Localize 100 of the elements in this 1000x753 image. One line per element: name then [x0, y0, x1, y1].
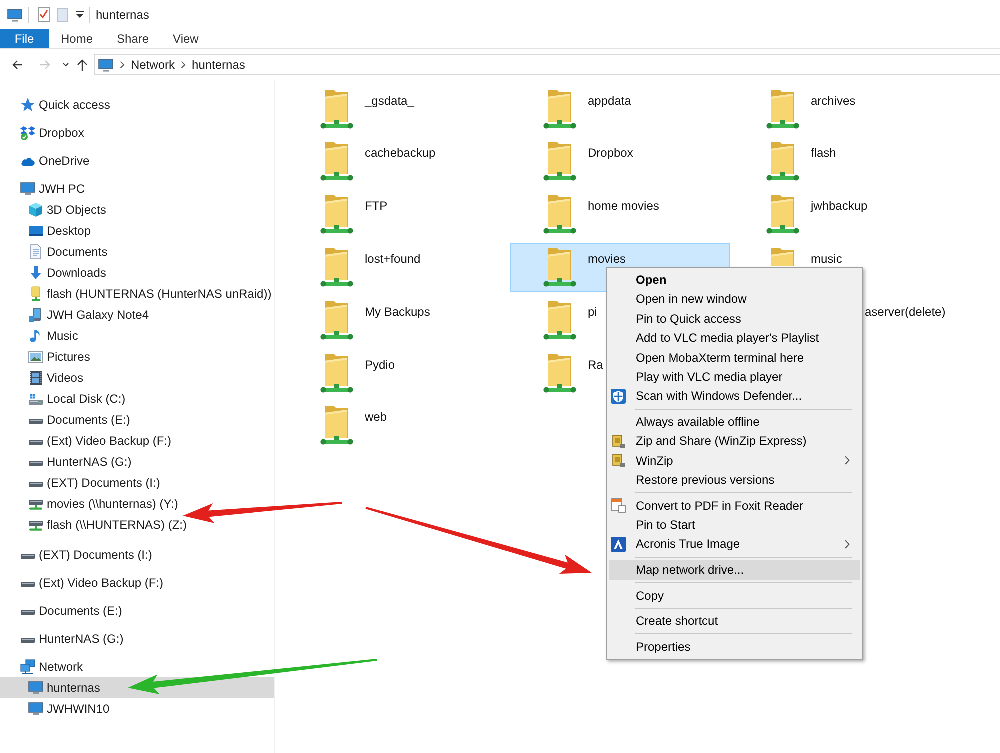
sidebar-item[interactable]: JWHWIN10	[0, 698, 274, 719]
sidebar-item[interactable]: (Ext) Video Backup (F:)	[0, 430, 274, 451]
sidebar-item[interactable]: 3D Objects	[0, 199, 274, 220]
up-arrow-icon[interactable]	[77, 58, 88, 70]
back-arrow-icon[interactable]	[12, 60, 23, 70]
ribbon-tab[interactable]: File	[0, 29, 49, 48]
ribbon-tab[interactable]: Home	[49, 29, 106, 48]
shared-folder-icon[interactable]	[543, 88, 577, 130]
sidebar-item[interactable]: Documents	[0, 241, 274, 262]
shared-folder-icon[interactable]	[766, 194, 800, 236]
ribbon-tab[interactable]: Share	[105, 29, 162, 48]
folder-name[interactable]: Pydio	[365, 350, 398, 372]
menu-item[interactable]: Acronis True Image	[609, 534, 860, 554]
folder-name[interactable]: web	[365, 402, 390, 424]
shared-folder-icon[interactable]	[320, 88, 354, 130]
sidebar-item[interactable]: Desktop	[0, 220, 274, 241]
menu-item[interactable]: Scan with Windows Defender...	[609, 386, 860, 406]
menu-item[interactable]: WinZip	[609, 451, 860, 470]
menu-item[interactable]: Restore previous versions	[609, 470, 860, 490]
menu-item[interactable]: Zip and Share (WinZip Express)	[609, 432, 860, 451]
shared-folder-icon[interactable]	[320, 246, 354, 288]
folder-name[interactable]: archives	[811, 86, 858, 108]
breadcrumb-item[interactable]: Network	[131, 56, 176, 74]
menu-item[interactable]: Properties	[609, 637, 860, 656]
breadcrumb-item[interactable]: hunternas	[192, 56, 246, 74]
monitor-icon[interactable]	[7, 8, 23, 22]
folder-name[interactable]: flash	[811, 138, 838, 160]
sidebar-item[interactable]: movies (\\hunternas) (Y:)	[0, 493, 274, 514]
sidebar-item[interactable]: (EXT) Documents (I:)	[0, 472, 274, 493]
sidebar-item[interactable]: Pictures	[0, 346, 274, 367]
menu-item[interactable]: Create shortcut	[609, 611, 860, 631]
menu-item[interactable]: Pin to Quick access	[609, 309, 860, 328]
folder-name[interactable]: My Backups	[365, 296, 432, 319]
menu-item[interactable]: Copy	[609, 586, 860, 606]
folder-name[interactable]: appdata	[588, 86, 634, 108]
sidebar-item[interactable]: Downloads	[0, 262, 274, 283]
sidebar-item[interactable]: flash (HUNTERNAS (HunterNAS unRaid))	[0, 283, 274, 304]
shared-folder-icon[interactable]	[543, 246, 577, 288]
folder-name[interactable]: pi	[588, 296, 600, 319]
sidebar-item[interactable]: (EXT) Documents (I:)	[0, 544, 274, 565]
ribbon-tab[interactable]: View	[161, 29, 211, 48]
menu-item[interactable]: Open	[609, 270, 860, 290]
sidebar-item[interactable]: Documents (E:)	[0, 409, 274, 430]
menu-item[interactable]: Open in new window	[609, 290, 860, 310]
window-title: hunternas	[96, 6, 150, 24]
shared-folder-icon[interactable]	[320, 141, 354, 182]
sidebar-item[interactable]: Documents (E:)	[0, 600, 274, 621]
shared-folder-icon[interactable]	[320, 352, 354, 394]
diamond-tiles-icon	[20, 124, 36, 140]
chevron-right-icon[interactable]	[181, 60, 186, 68]
folder-name[interactable]: music	[811, 244, 844, 266]
drive-icon	[29, 482, 43, 487]
shared-folder-icon[interactable]	[543, 352, 577, 394]
menu-item[interactable]: Pin to Start	[609, 515, 860, 535]
drive-icon	[21, 638, 35, 643]
network-icon	[20, 658, 36, 674]
sidebar-item[interactable]: JWH Galaxy Note4	[0, 304, 274, 325]
shared-folder-icon[interactable]	[320, 405, 354, 446]
menu-item[interactable]: Add to VLC media player's Playlist	[609, 328, 860, 348]
shared-folder-icon[interactable]	[543, 300, 577, 341]
sidebar-item[interactable]: Quick access	[0, 94, 274, 115]
menu-item[interactable]: Convert to PDF in Foxit Reader	[609, 496, 860, 516]
menu-item[interactable]: Map network drive...	[609, 560, 860, 580]
folder-name[interactable]: home movies	[588, 191, 662, 214]
folder-name[interactable]: _gsdata_	[365, 86, 416, 108]
folder-name[interactable]: aserver(delete)	[864, 296, 947, 319]
monitor-icon[interactable]	[98, 58, 114, 72]
sidebar-item[interactable]: Videos	[0, 367, 274, 388]
menu-item[interactable]: Play with VLC media player	[609, 367, 860, 387]
sidebar-item[interactable]: (Ext) Video Backup (F:)	[0, 572, 274, 593]
folder-name[interactable]: lost+found	[365, 244, 423, 266]
shared-folder-icon[interactable]	[320, 194, 354, 236]
sidebar-item[interactable]: Network	[0, 656, 274, 677]
chevron-down-icon[interactable]	[63, 62, 69, 66]
shared-folder-icon[interactable]	[320, 300, 354, 341]
sidebar-item[interactable]: flash (\\HUNTERNAS) (Z:)	[0, 514, 274, 535]
shared-folder-icon[interactable]	[543, 141, 577, 182]
folder-name[interactable]: Dropbox	[588, 138, 636, 160]
sidebar-item[interactable]: OneDrive	[0, 150, 274, 171]
sidebar-item[interactable]: Local Disk (C:)	[0, 388, 274, 409]
shared-folder-icon[interactable]	[543, 194, 577, 236]
chevron-right-icon[interactable]	[120, 60, 125, 68]
sidebar-item[interactable]: HunterNAS (G:)	[0, 451, 274, 472]
menu-item[interactable]: Open MobaXterm terminal here	[609, 348, 860, 368]
folder-name[interactable]: Ra	[588, 350, 606, 372]
drive-icon	[29, 440, 43, 445]
menu-item[interactable]: Always available offline	[609, 412, 860, 432]
folder-name[interactable]: FTP	[365, 191, 390, 214]
sidebar-item[interactable]: JWH PC	[0, 178, 274, 199]
shared-folder-icon[interactable]	[766, 88, 800, 130]
sidebar-item[interactable]: Music	[0, 325, 274, 346]
sidebar-item[interactable]: HunterNAS (G:)	[0, 628, 274, 649]
address-bar[interactable]: Network hunternas	[94, 54, 1000, 75]
folder-name[interactable]: cachebackup	[365, 138, 438, 160]
archive-icon	[611, 453, 626, 468]
dropdown-icon[interactable]	[76, 11, 84, 18]
sidebar-item[interactable]: Dropbox	[0, 122, 274, 143]
checked-page-icon[interactable]	[38, 7, 50, 22]
shared-folder-icon[interactable]	[766, 141, 800, 182]
folder-name[interactable]: jwhbackup	[811, 191, 870, 214]
